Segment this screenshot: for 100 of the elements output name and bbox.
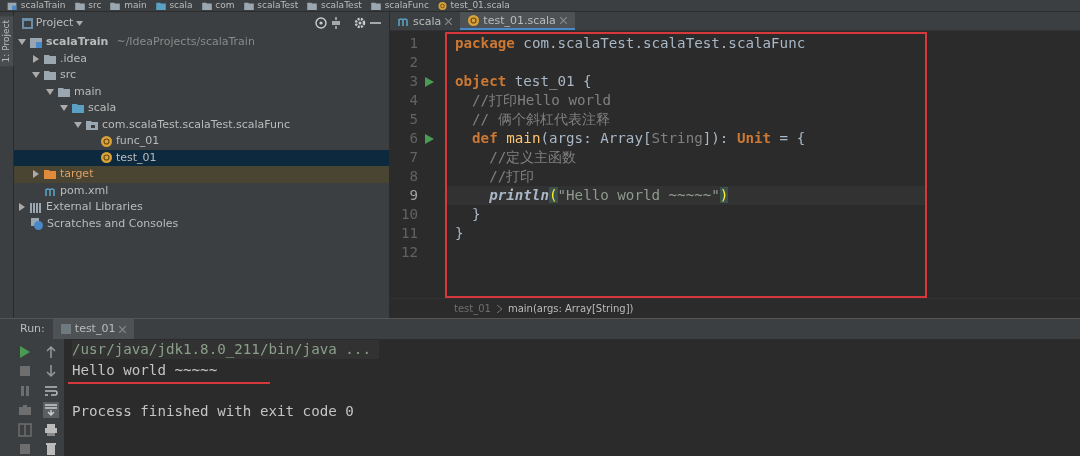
tree-item[interactable]: .idea (14, 50, 389, 67)
tree-item[interactable]: main (14, 83, 389, 100)
line-number: 3 (408, 72, 418, 91)
code-line: //打印 (488, 167, 536, 186)
tool-window-tab[interactable]: 1: Project (0, 16, 14, 67)
tree-label: scalaTrain (46, 34, 109, 50)
line-number: 2 (408, 53, 418, 72)
maven-icon (398, 16, 409, 26)
folder-icon (369, 1, 382, 10)
scroll-to-end-icon[interactable] (43, 402, 59, 419)
expanded-arrow-icon[interactable] (60, 104, 68, 113)
caret-icon (76, 20, 84, 26)
panel-label: Run: (20, 320, 45, 337)
line-number: 10 (399, 205, 418, 224)
run-icon[interactable] (424, 133, 434, 144)
tree-item[interactable]: test_01 (14, 149, 389, 166)
nav-crumb[interactable]: scalaTest (242, 0, 299, 11)
editor-tab[interactable]: scala (390, 12, 461, 30)
breadcrumb-item[interactable]: main(args: Array[String]) (507, 299, 634, 318)
code-line: } (455, 224, 465, 243)
collapsed-arrow-icon[interactable] (18, 203, 26, 212)
nav-crumb[interactable]: test_01.scala (436, 0, 510, 11)
tree-label: .idea (60, 50, 88, 67)
line-number: 12 (399, 243, 418, 262)
line-number: 1 (408, 34, 418, 53)
tree-item[interactable]: External Libraries (14, 199, 389, 216)
tree-item[interactable]: scalaTrain ~/IdeaProjects/scalaTrain (14, 34, 389, 51)
code-line: //打印Hello world (471, 91, 613, 110)
object-icon (101, 135, 112, 147)
close-icon[interactable] (445, 17, 453, 25)
folder-icon (72, 103, 84, 114)
scratches-icon (31, 217, 43, 230)
folder-icon (200, 1, 213, 10)
code-line: //定义主函数 (488, 148, 578, 167)
nav-crumb[interactable]: com (200, 0, 235, 11)
tree-item[interactable]: Scratches and Consoles (14, 215, 389, 232)
nav-crumb[interactable]: scalaFunc (369, 0, 429, 11)
code-line: object test_01 { (455, 72, 593, 91)
nav-crumb[interactable]: src (73, 0, 102, 11)
print-icon[interactable] (43, 421, 59, 438)
panel-title-dropdown[interactable]: Project (22, 14, 84, 32)
tree-item[interactable]: scala (14, 100, 389, 117)
project-icon (22, 17, 33, 29)
code-line: } (471, 205, 482, 224)
tree-item[interactable]: src (14, 67, 389, 84)
expanded-arrow-icon[interactable] (18, 38, 26, 47)
object-icon (468, 14, 480, 26)
down-arrow-icon[interactable] (43, 363, 59, 380)
locate-icon[interactable] (314, 17, 327, 29)
module-folder-icon (6, 1, 18, 10)
line-number: 11 (399, 224, 418, 243)
line-number: 9 (408, 186, 418, 205)
code-line: // 俩个斜杠代表注释 (471, 110, 611, 129)
chevron-icon (496, 304, 502, 313)
tree-item[interactable]: func_01 (14, 133, 389, 150)
code-line: package com.scalaTest.scalaTest.scalaFunc (455, 34, 807, 53)
tree-label: External Libraries (46, 199, 143, 215)
editor-tab[interactable]: test_01.scala (460, 12, 575, 30)
expanded-arrow-icon[interactable] (74, 120, 82, 129)
expanded-arrow-icon[interactable] (32, 71, 40, 80)
collapsed-arrow-icon[interactable] (32, 170, 40, 179)
folder-icon (242, 1, 255, 10)
line-number: 4 (408, 91, 418, 110)
tree-item[interactable]: com.scalaTest.scalaTest.scalaFunc (14, 116, 389, 133)
code-line: def main(args: Array[String]): Unit = { (471, 129, 807, 148)
tree-label: main (74, 83, 102, 100)
tree-label: scala (88, 100, 117, 116)
line-number: 7 (408, 148, 418, 167)
module-folder-icon (30, 36, 42, 48)
line-number: 8 (408, 167, 418, 186)
console-icon (60, 324, 71, 334)
tree-label: target (60, 166, 94, 182)
tree-item[interactable]: pom.xml (14, 182, 389, 199)
folder-icon (58, 86, 70, 97)
run-icon[interactable] (424, 76, 434, 87)
expanded-arrow-icon[interactable] (46, 87, 54, 96)
tree-label: Scratches and Consoles (47, 215, 179, 232)
folder-icon (109, 1, 122, 10)
nav-crumb[interactable]: scala (154, 0, 193, 11)
folder-icon (44, 169, 56, 180)
tree-label: func_01 (116, 133, 160, 149)
tree-item[interactable]: target (14, 166, 389, 183)
line-number: 5 (408, 110, 418, 129)
settings-icon[interactable] (354, 17, 366, 29)
collapse-icon[interactable] (330, 17, 341, 29)
collapsed-arrow-icon[interactable] (32, 54, 40, 63)
console-line: Hello world ~~~~~ (72, 361, 218, 381)
nav-crumb[interactable]: scalaTrain (6, 0, 66, 11)
path-note: ~/IdeaProjects/scalaTrain (116, 34, 255, 50)
run-tab[interactable]: test_01 (52, 319, 135, 339)
tree-label: pom.xml (60, 182, 109, 199)
folder-icon (73, 1, 86, 10)
nav-crumb[interactable]: scalaTest (306, 0, 362, 11)
folder-icon (154, 1, 167, 10)
line-number: 6 (408, 129, 418, 148)
trash-icon[interactable] (43, 441, 59, 456)
folder-icon (44, 53, 56, 64)
libraries-icon (30, 201, 42, 213)
object-icon (436, 1, 448, 10)
nav-crumb[interactable]: main (109, 0, 147, 11)
